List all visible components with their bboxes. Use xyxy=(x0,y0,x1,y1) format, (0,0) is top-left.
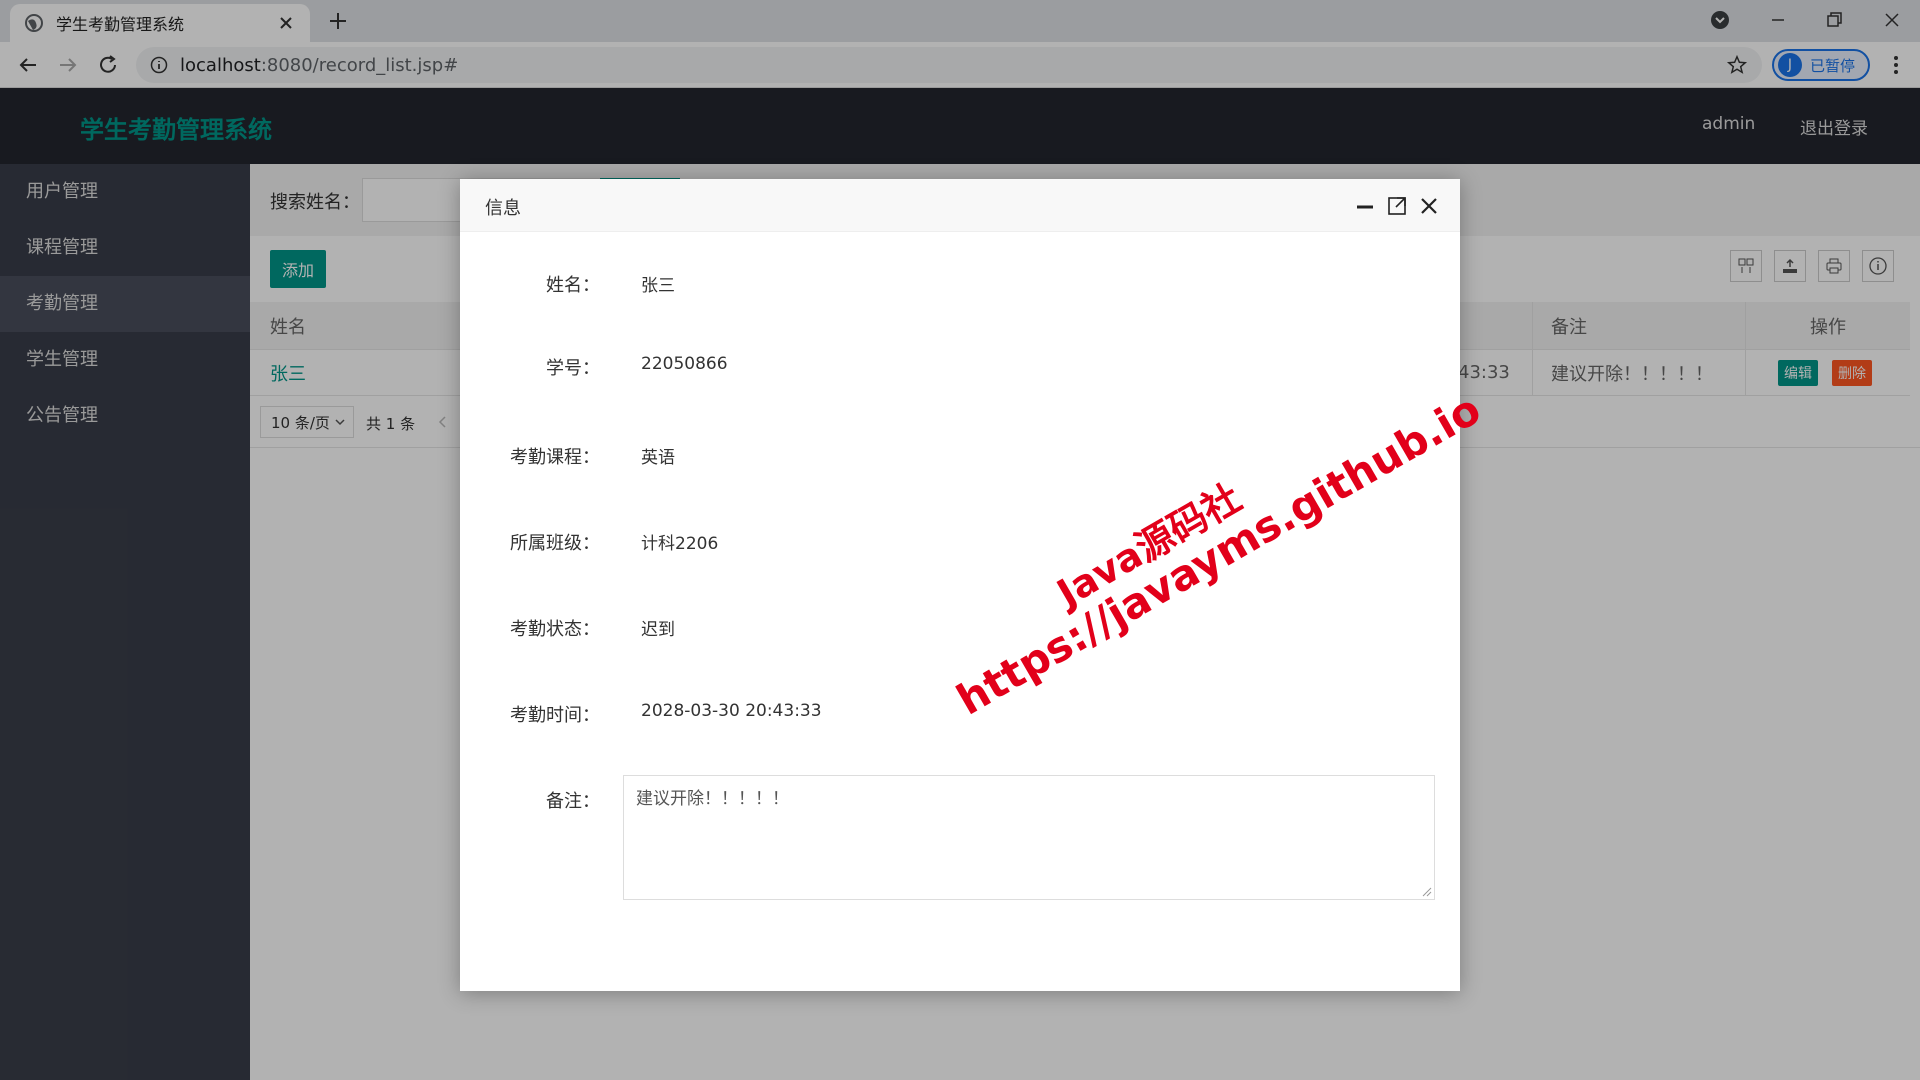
resize-grip-icon[interactable] xyxy=(1420,885,1432,897)
class-label: 所属班级： xyxy=(510,533,600,554)
remark-label: 备注： xyxy=(546,791,600,812)
course-value: 英语 xyxy=(641,448,675,468)
info-modal: 信息 姓名： 张三 学号： 22050866 考勤课程： 英语 所属班级： 计科… xyxy=(460,179,1460,991)
student-id-label: 学号： xyxy=(546,358,600,379)
maximize-icon[interactable] xyxy=(1386,195,1408,217)
time-label: 考勤时间： xyxy=(510,705,600,726)
name-value: 张三 xyxy=(641,276,675,296)
minimize-icon[interactable] xyxy=(1354,195,1376,217)
close-icon[interactable] xyxy=(1418,195,1440,217)
student-id-value: 22050866 xyxy=(641,354,728,374)
class-value: 计科2206 xyxy=(641,534,719,554)
remark-text: 建议开除！！！！！ xyxy=(636,789,789,809)
status-value: 迟到 xyxy=(641,620,675,640)
remark-textarea[interactable]: 建议开除！！！！！ xyxy=(623,775,1435,900)
name-label: 姓名： xyxy=(546,275,600,296)
modal-header: 信息 xyxy=(460,179,1460,232)
form-row-name: 姓名： 张三 xyxy=(460,263,1460,303)
modal-title: 信息 xyxy=(485,198,521,219)
form-row-student-id: 学号： 22050866 xyxy=(460,346,1460,386)
time-value: 2028-03-30 20:43:33 xyxy=(641,701,822,721)
course-label: 考勤课程： xyxy=(510,447,600,468)
status-label: 考勤状态： xyxy=(510,619,600,640)
